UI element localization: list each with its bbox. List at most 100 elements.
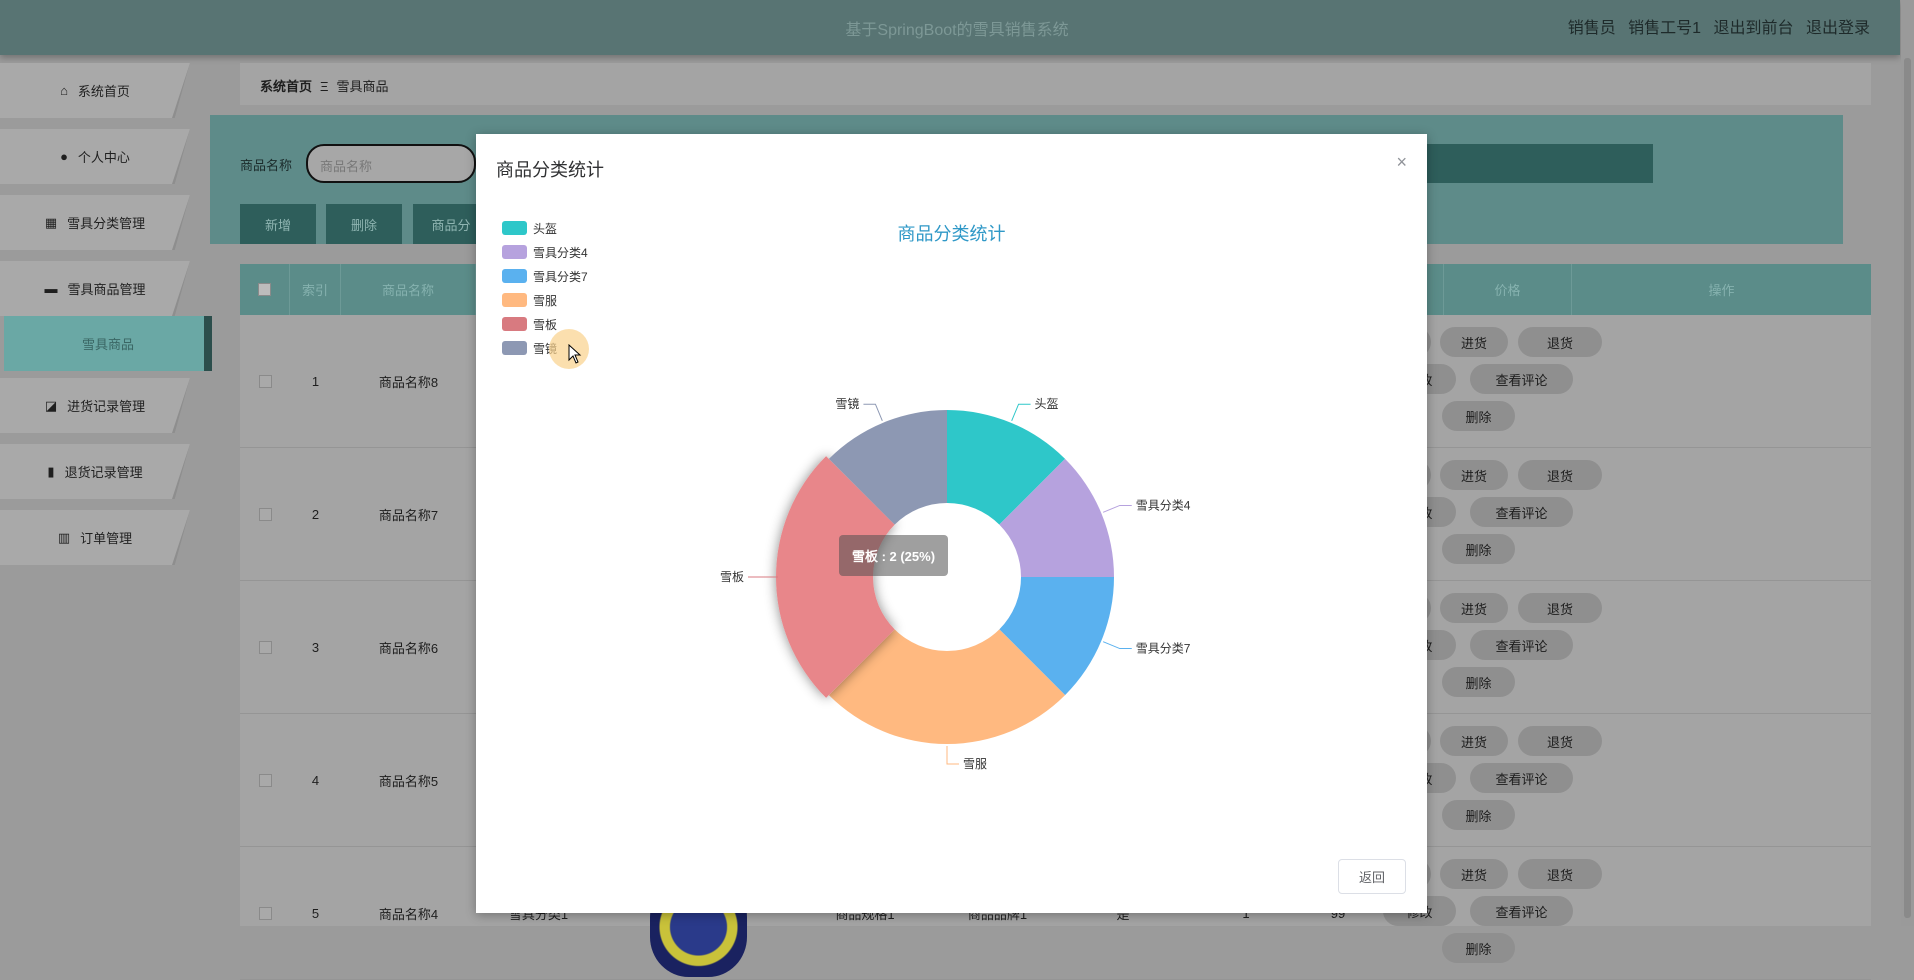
sidebar-item-0[interactable]: ⌂ 系统首页 [0,63,190,118]
return-button[interactable]: 退货 [1518,593,1602,623]
item-edge [172,129,190,184]
chart-icon: ◪ [44,397,58,413]
delete-button[interactable]: 删除 [1442,534,1515,564]
sidebar-item-6[interactable]: ▮ 退货记录管理 [0,444,190,499]
row-index: 4 [311,773,320,788]
comments-button[interactable]: 查看评论 [1470,364,1573,394]
breadcrumb: 系统首页 Ξ 雪具商品 [240,63,1871,105]
sidebar-item-1[interactable]: ● 个人中心 [0,129,190,184]
active-indicator [204,316,212,371]
row-name: 商品名称5 [378,774,439,789]
slice-label: 雪服 [963,757,987,771]
sidebar-item-label: 雪具分类管理 [67,216,146,231]
select-all-header[interactable] [240,264,290,315]
slice-label: 雪镜 [835,396,859,411]
comments-button[interactable]: 查看评论 [1470,896,1573,926]
row-checkbox[interactable] [258,508,272,521]
sidebar-item-label: 进货记录管理 [67,399,146,414]
row-checkbox[interactable] [258,907,272,920]
return-button[interactable]: 退货 [1518,327,1602,357]
book-icon: ▥ [57,529,71,545]
return-button[interactable]: 退货 [1518,460,1602,490]
return-button[interactable]: 退货 [1518,859,1602,889]
sidebar-item-3[interactable]: ▬ 雪具商品管理 [0,261,190,316]
delete-button[interactable]: 删除 [326,204,402,244]
user-info: 销售员 销售工号1 退出到前台 退出登录 [1560,14,1870,38]
breadcrumb-home[interactable]: 系统首页 [260,79,312,94]
scrollbar-thumb[interactable] [1904,58,1911,918]
sidebar-item-7[interactable]: ▥ 订单管理 [0,510,190,565]
item-edge [172,195,190,250]
delete-button[interactable]: 删除 [1442,933,1515,963]
row-checkbox[interactable] [258,641,272,654]
row-name: 商品名称6 [378,641,439,656]
return-button[interactable]: 返回 [1338,859,1406,894]
row-checkbox-cell[interactable] [240,847,290,980]
row-name: 商品名称8 [378,375,439,390]
delete-button[interactable]: 删除 [1442,800,1515,830]
briefcase-icon: ▬ [44,281,58,296]
row-name: 商品名称7 [378,508,439,523]
stock-in-button[interactable]: 进货 [1440,726,1508,756]
row-name: 商品名称4 [378,907,439,922]
user-icon: ● [60,149,68,164]
return-button[interactable]: 退货 [1518,726,1602,756]
to-front-link[interactable]: 退出到前台 [1714,20,1794,37]
label-line [863,403,883,422]
sidebar-item-label: 系统首页 [77,84,130,99]
comments-button[interactable]: 查看评论 [1470,763,1573,793]
row-index: 2 [311,507,320,522]
sidebar-item-5[interactable]: ◪ 进货记录管理 [0,378,190,433]
delete-button[interactable]: 删除 [1442,667,1515,697]
sidebar-item-2[interactable]: ▦ 雪具分类管理 [0,195,190,250]
row-checkbox-cell[interactable] [240,315,290,448]
sidebar-item-4[interactable]: 雪具商品 [4,316,212,371]
item-edge [172,510,190,565]
delete-button[interactable]: 删除 [1442,401,1515,431]
header-actions: 操作 [1572,264,1871,315]
stock-in-button[interactable]: 进货 [1440,327,1508,357]
label-line [1102,641,1132,650]
row-checkbox[interactable] [258,375,272,388]
search-label: 商品名称 [240,158,293,173]
mouse-cursor-icon [568,344,582,364]
sidebar-item-label: 退货记录管理 [64,465,143,480]
search-button[interactable] [1410,144,1653,183]
logout-link[interactable]: 退出登录 [1806,20,1870,37]
select-all-checkbox[interactable] [258,283,271,296]
row-checkbox-cell[interactable] [240,581,290,714]
item-edge [172,444,190,499]
item-edge [172,378,190,433]
label-line [1102,504,1132,513]
grid-icon: ▦ [44,214,58,230]
stock-in-button[interactable]: 进货 [1440,460,1508,490]
row-index: 3 [311,640,320,655]
sidebar-item-label: 雪具商品 [81,337,134,352]
row-checkbox-cell[interactable] [240,714,290,847]
header-name: 商品名称 [341,264,476,315]
row-checkbox[interactable] [258,774,272,787]
page-scrollbar[interactable] [1901,0,1914,926]
search-input[interactable]: 商品名称 [306,144,476,183]
slice-label: 雪具分类4 [1136,498,1191,512]
sidebar-item-label: 个人中心 [77,150,130,165]
pie-chart: 头盔雪具分类4 雪具分类7 雪服 雪板 雪镜 [720,396,1191,771]
category-stats-dialog: 商品分类统计 × 商品分类统计 头盔 雪具分类4 雪具分类7 雪服 雪板 雪镜 头盔 雪具分… [476,134,1427,913]
row-index: 5 [311,906,320,921]
sidebar-item-label: 订单管理 [80,531,133,546]
slice-label: 头盔 [1035,396,1059,411]
top-header: 基于SpringBoot的雪具销售系统 销售员 销售工号1 退出到前台 退出登录 [0,0,1900,55]
row-checkbox-cell[interactable] [240,448,290,581]
stock-in-button[interactable]: 进货 [1440,593,1508,623]
item-edge [172,261,190,316]
sidebar-item-label: 雪具商品管理 [67,282,146,297]
user-name: 销售工号1 [1628,20,1702,37]
add-button[interactable]: 新增 [240,204,316,244]
label-line [1011,403,1031,422]
user-role: 销售员 [1567,20,1616,37]
comments-button[interactable]: 查看评论 [1470,630,1573,660]
clipboard-icon: ▮ [47,463,55,479]
comments-button[interactable]: 查看评论 [1470,497,1573,527]
stock-in-button[interactable]: 进货 [1440,859,1508,889]
label-line [946,746,959,765]
